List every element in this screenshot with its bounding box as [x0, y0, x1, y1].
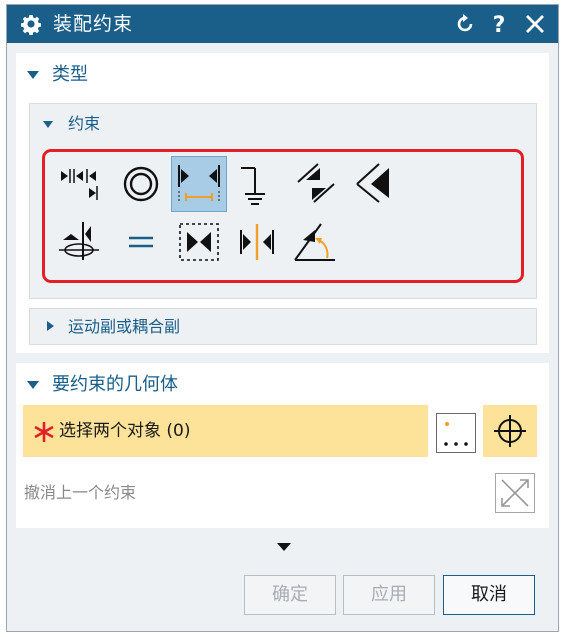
motion-expand-icon[interactable] — [47, 321, 54, 331]
equal-fit-icon[interactable] — [115, 216, 167, 268]
constraint-collapse-icon[interactable] — [43, 121, 53, 128]
type-collapse-icon[interactable] — [27, 71, 39, 79]
perpendicular-icon[interactable] — [349, 158, 401, 210]
parallel-icon[interactable] — [290, 158, 342, 210]
motion-group-label[interactable]: 运动副或耦合副 — [68, 316, 180, 338]
point-dialog-button[interactable] — [436, 413, 476, 453]
help-label: ? — [493, 13, 506, 36]
center-icon[interactable] — [231, 216, 283, 268]
concentric-icon[interactable] — [115, 158, 167, 210]
align-lock-icon[interactable] — [53, 216, 105, 268]
target-select-button[interactable] — [483, 405, 537, 457]
angle-icon[interactable] — [289, 216, 341, 268]
fix-icon[interactable] — [231, 158, 283, 210]
apply-button[interactable]: 应用 — [343, 575, 435, 615]
motion-group: 运动副或耦合副 — [29, 308, 537, 345]
close-icon[interactable] — [523, 12, 547, 36]
assembly-constraints-dialog: 装配约束 ? 类型 约束 运动副或耦合副 要约束的几何体 选择两个对象 (0) … — [6, 4, 559, 632]
bond-icon[interactable] — [173, 216, 225, 268]
help-icon[interactable]: ? — [487, 12, 511, 36]
constraint-group: 约束 — [29, 103, 537, 299]
crosshair-icon — [494, 415, 526, 447]
touch-align-icon[interactable] — [53, 158, 105, 210]
type-section: 类型 约束 运动副或耦合副 — [16, 53, 549, 353]
required-asterisk-icon — [34, 422, 54, 442]
reset-icon[interactable] — [453, 12, 477, 36]
undo-constraint-button[interactable] — [495, 473, 535, 513]
select-objects-label: 选择两个对象 (0) — [59, 421, 191, 441]
undo-arrows-icon — [501, 479, 529, 507]
cancel-button[interactable]: 取消 — [443, 575, 535, 615]
geometry-collapse-icon[interactable] — [27, 381, 39, 389]
geometry-section-label: 要约束的几何体 — [52, 374, 178, 395]
ok-button[interactable]: 确定 — [244, 575, 336, 615]
window-title: 装配约束 — [53, 13, 134, 35]
select-objects-row[interactable]: 选择两个对象 (0) — [23, 405, 428, 457]
undo-last-constraint-label: 撤消上一个约束 — [24, 483, 137, 502]
title-bar: 装配约束 ? — [7, 5, 558, 43]
gear-icon — [21, 15, 41, 35]
more-options-arrow-icon[interactable] — [277, 543, 291, 551]
type-section-label: 类型 — [52, 64, 88, 85]
distance-icon[interactable] — [171, 156, 227, 212]
point-dots-icon — [444, 422, 468, 446]
constraint-type-grid — [42, 149, 524, 283]
constraint-group-label: 约束 — [68, 114, 101, 133]
